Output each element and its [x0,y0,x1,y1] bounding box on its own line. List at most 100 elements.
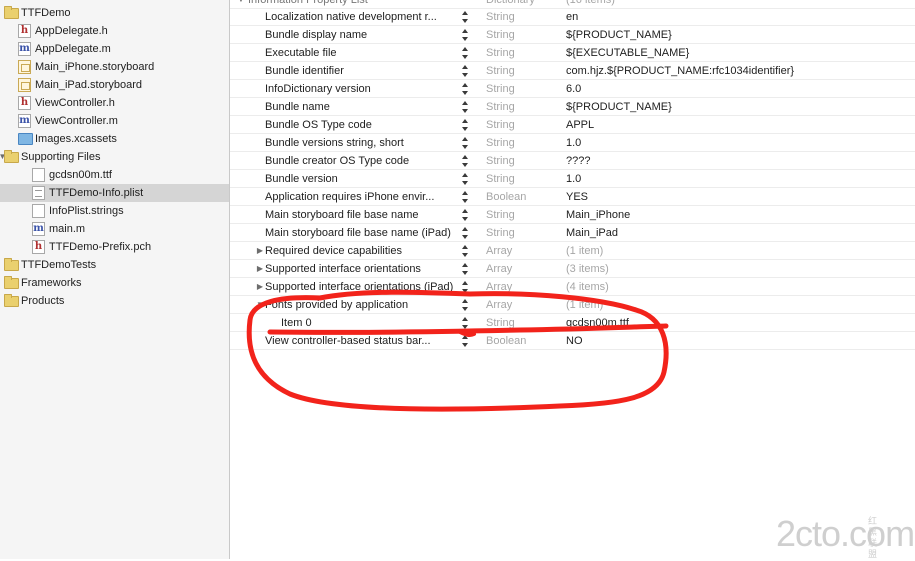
plist-value[interactable]: com.hjz.${PRODUCT_NAME:rfc1034identifier… [566,62,794,80]
navigator-item[interactable]: m AppDelegate.m [0,40,229,58]
plist-value[interactable]: (3 items) [566,260,609,278]
plist-row[interactable]: InfoDictionary version String 6.0 [230,80,915,98]
plist-key[interactable]: Bundle display name [265,26,455,44]
plist-key[interactable]: Required device capabilities [265,242,455,260]
plist-key[interactable]: Main storyboard file base name (iPad) [265,224,455,242]
plist-row[interactable]: ▶ Required device capabilities Array (1 ite… [230,242,915,260]
plist-row[interactable]: Main storyboard file base name String Main… [230,206,915,224]
navigator-item[interactable]: Main_iPhone.storyboard [0,58,229,76]
disclosure-closed-icon[interactable]: ▶ [255,278,265,296]
stepper-icon[interactable] [461,299,469,311]
plist-row[interactable]: Executable file String ${EXECUTABLE_NAME} [230,44,915,62]
plist-row[interactable]: ▼ Fonts provided by application Array (1 it… [230,296,915,314]
plist-type[interactable]: String [486,170,515,188]
navigator-item[interactable]: InfoPlist.strings [0,202,229,220]
plist-type[interactable]: String [486,98,515,116]
stepper-icon[interactable] [461,119,469,131]
plist-row[interactable]: Bundle name String ${PRODUCT_NAME} [230,98,915,116]
stepper-icon[interactable] [461,245,469,257]
stepper-icon[interactable] [461,83,469,95]
navigator-item[interactable]: ▼Supporting Files [0,148,229,166]
plist-row[interactable]: Bundle display name String ${PRODUCT_NAME} [230,26,915,44]
plist-type[interactable]: Array [486,296,512,314]
plist-type[interactable]: String [486,62,515,80]
stepper-icon[interactable] [461,11,469,23]
plist-key[interactable]: View controller-based status bar... [265,332,455,350]
plist-key[interactable]: Bundle version [265,170,455,188]
stepper-icon[interactable] [461,137,469,149]
plist-row[interactable]: ▶ Supported interface orientations (iPad)… [230,278,915,296]
plist-type[interactable]: Array [486,260,512,278]
disclosure-closed-icon[interactable]: ▶ [255,242,265,260]
plist-value[interactable]: APPL [566,116,594,134]
plist-row[interactable]: View controller-based status bar... Boole… [230,332,915,350]
navigator-item[interactable]: m main.m [0,220,229,238]
plist-type[interactable]: Array [486,242,512,260]
navigator-item[interactable]: gcdsn00m.ttf [0,166,229,184]
plist-value[interactable]: en [566,8,578,26]
plist-type[interactable]: String [486,152,515,170]
plist-type[interactable]: String [486,8,515,26]
stepper-icon[interactable] [461,191,469,203]
navigator-item[interactable]: Products [0,292,229,310]
plist-key[interactable]: Main storyboard file base name [265,206,455,224]
plist-row[interactable]: Application requires iPhone envir... Bool… [230,188,915,206]
plist-value[interactable]: 1.0 [566,134,581,152]
plist-row[interactable]: Bundle version String 1.0 [230,170,915,188]
plist-value[interactable]: (1 item) [566,242,603,260]
stepper-icon[interactable] [461,155,469,167]
plist-value[interactable]: 1.0 [566,170,581,188]
stepper-icon[interactable] [461,209,469,221]
navigator-item[interactable]: TTFDemoTests [0,256,229,274]
plist-type[interactable]: String [486,314,515,332]
plist-row[interactable]: Bundle identifier String com.hjz.${PRODUCT… [230,62,915,80]
plist-key[interactable]: InfoDictionary version [265,80,455,98]
plist-type[interactable]: Array [486,278,512,296]
plist-type[interactable]: String [486,80,515,98]
plist-key[interactable]: Bundle name [265,98,455,116]
plist-row[interactable]: Item 0 String gcdsn00m.ttf [230,314,915,332]
stepper-icon[interactable] [461,317,469,329]
plist-type[interactable]: String [486,224,515,242]
stepper-icon[interactable] [461,29,469,41]
plist-type[interactable]: Boolean [486,188,526,206]
stepper-icon[interactable] [461,227,469,239]
plist-key[interactable]: Bundle versions string, short [265,134,455,152]
plist-key[interactable]: Application requires iPhone envir... [265,188,455,206]
plist-row[interactable]: ▶ Supported interface orientations Array (3… [230,260,915,278]
plist-key[interactable]: Supported interface orientations [265,260,455,278]
plist-type[interactable]: String [486,206,515,224]
plist-row[interactable]: Localization native development r... Stri… [230,8,915,26]
plist-row[interactable]: Bundle creator OS Type code String???? [230,152,915,170]
plist-key[interactable]: Executable file [265,44,455,62]
disclosure-open-icon[interactable]: ▼ [255,296,265,314]
plist-row[interactable]: Bundle OS Type code String APPL [230,116,915,134]
plist-key[interactable]: Supported interface orientations (iPad) [265,278,455,296]
navigator-item[interactable]: Images.xcassets [0,130,229,148]
plist-type[interactable]: String [486,134,515,152]
navigator-item[interactable]: TTFDemo [0,4,229,22]
plist-type[interactable]: String [486,26,515,44]
plist-value[interactable]: Main_iPad [566,224,618,242]
stepper-icon[interactable] [461,263,469,275]
plist-type[interactable]: String [486,44,515,62]
plist-value[interactable]: ${PRODUCT_NAME} [566,98,672,116]
plist-value[interactable]: (4 items) [566,278,609,296]
navigator-item[interactable]: h AppDelegate.h [0,22,229,40]
plist-key[interactable]: Bundle creator OS Type code [265,152,455,170]
plist-value[interactable]: gcdsn00m.ttf [566,314,629,332]
plist-key[interactable]: Item 0 [281,314,471,332]
plist-key[interactable]: Bundle OS Type code [265,116,455,134]
navigator-item[interactable]: TTFDemo-Info.plist [0,184,229,202]
plist-type[interactable]: Boolean [486,332,526,350]
plist-value[interactable]: NO [566,332,583,350]
plist-value[interactable]: ${EXECUTABLE_NAME} [566,44,689,62]
navigator-item[interactable]: h TTFDemo-Prefix.pch [0,238,229,256]
stepper-icon[interactable] [461,47,469,59]
stepper-icon[interactable] [461,173,469,185]
navigator-item[interactable]: Main_iPad.storyboard [0,76,229,94]
plist-value[interactable]: ???? [566,152,590,170]
stepper-icon[interactable] [461,65,469,77]
plist-key[interactable]: Localization native development r... [265,8,455,26]
plist-row[interactable]: Main storyboard file base name (iPad) Str… [230,224,915,242]
